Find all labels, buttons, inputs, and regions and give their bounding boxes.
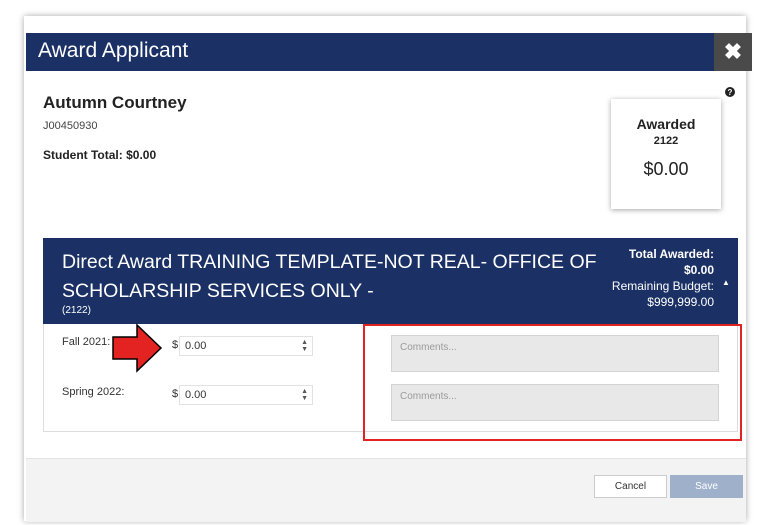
term-spring-label: Spring 2022: [62, 386, 125, 398]
stepper-icon[interactable]: ▲ ▼ [301, 339, 308, 353]
award-totals: Total Awarded: $0.00 Remaining Budget: $… [560, 246, 714, 310]
remaining-budget-label: Remaining Budget: [611, 279, 714, 293]
total-awarded-label: Total Awarded: [628, 247, 714, 261]
dialog-title: Award Applicant [38, 39, 189, 62]
close-button[interactable]: ✖ [714, 33, 752, 71]
close-icon: ✖ [723, 39, 743, 64]
term-spring-amount-input[interactable]: 0.00 ▲ ▼ [179, 385, 313, 405]
cancel-button[interactable]: Cancel [594, 475, 667, 498]
awarded-code: 2122 [653, 135, 679, 147]
student-id: J00450930 [43, 120, 98, 132]
collapse-caret-icon[interactable]: ▲ [722, 278, 730, 287]
term-spring-amount-value: 0.00 [185, 389, 207, 401]
stepper-icon[interactable]: ▲ ▼ [301, 388, 308, 402]
annotation-highlight-box [363, 324, 742, 441]
student-total-value: $0.00 [126, 148, 157, 162]
awarded-amount: $0.00 [643, 159, 689, 179]
term-fall-amount-value: 0.00 [185, 340, 207, 352]
term-fall-currency: $ [172, 339, 179, 351]
awarded-summary-card: Awarded 2122 $0.00 [611, 99, 721, 209]
annotation-arrow-icon [112, 323, 163, 373]
student-name: Autumn Courtney [43, 93, 187, 112]
help-icon[interactable]: ? [725, 87, 735, 97]
student-total: Student Total: $0.00 [43, 148, 156, 162]
awarded-label: Awarded [636, 116, 696, 132]
term-spring-currency: $ [172, 388, 179, 400]
remaining-budget-value: $999,999.00 [647, 295, 714, 309]
award-title: Direct Award TRAINING TEMPLATE-NOT REAL-… [62, 251, 597, 302]
student-total-label: Student Total: [43, 148, 123, 162]
total-awarded-value: $0.00 [683, 263, 714, 277]
award-code: (2122) [62, 305, 91, 316]
term-fall-label: Fall 2021: [62, 336, 111, 348]
save-button[interactable]: Save [670, 475, 743, 498]
term-fall-amount-input[interactable]: 0.00 ▲ ▼ [179, 336, 313, 356]
